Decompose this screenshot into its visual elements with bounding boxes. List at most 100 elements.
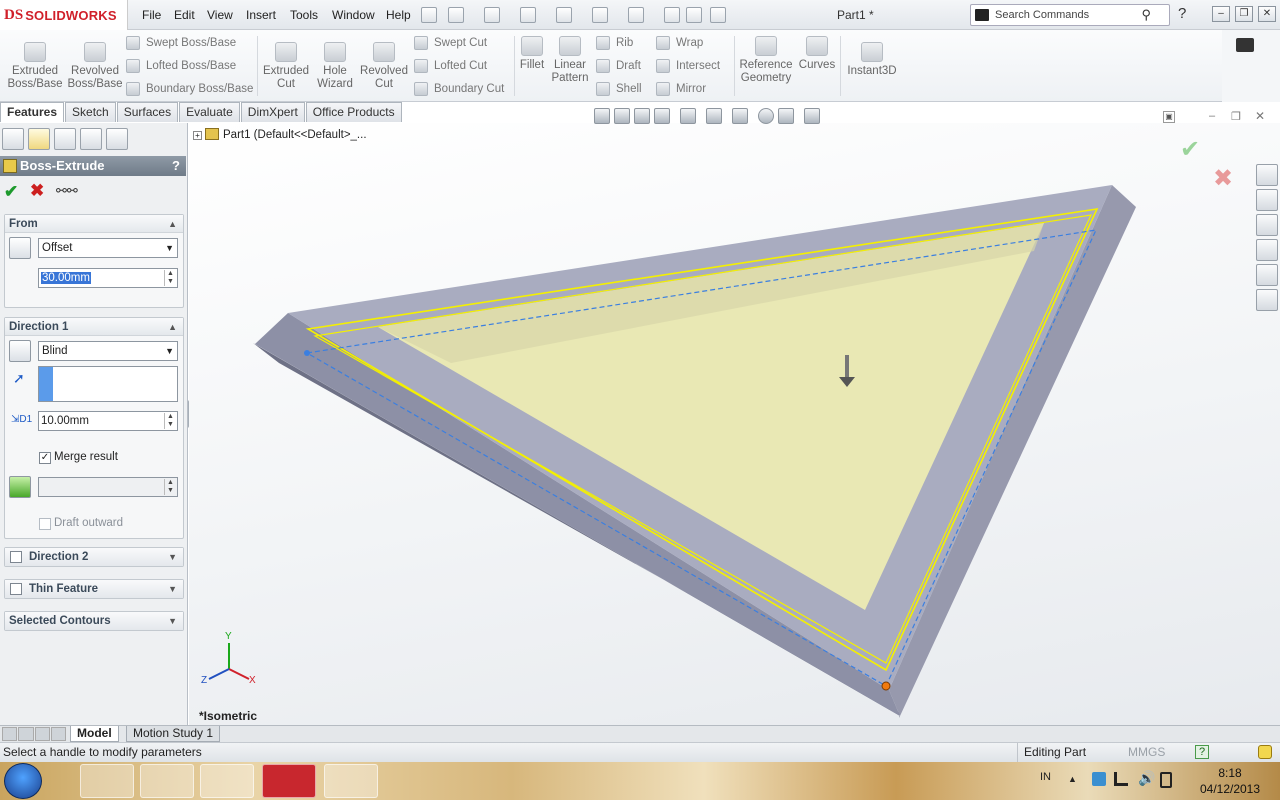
thin-feature-group[interactable]: Thin Feature ▼ [4,579,184,599]
thin-feature-checkbox[interactable] [10,583,22,595]
display-manager-icon[interactable] [106,128,128,150]
viewport-minimize-button[interactable]: – [1209,110,1215,122]
next-tab-arrow-icon[interactable] [34,727,50,741]
new-document-icon[interactable] [448,7,464,23]
selected-contours-header[interactable]: Selected Contours ▼ [5,612,183,630]
direction2-checkbox[interactable] [10,551,22,563]
minimize-button[interactable]: – [1212,6,1230,22]
menu-help[interactable]: Help [386,0,411,30]
system-clock[interactable]: 8:18 04/12/2013 [1192,765,1268,797]
menu-window[interactable]: Window [332,0,375,30]
section-view-icon[interactable] [654,108,670,124]
menu-edit[interactable]: Edit [174,0,195,30]
revolved-boss-button[interactable]: Revolved Boss/Base [66,42,124,91]
offset-distance-input[interactable]: 30.00mm ▲ ▼ [38,268,178,288]
view-settings-icon[interactable] [804,108,820,124]
swept-cut-button[interactable]: Swept Cut [414,33,514,53]
zoom-to-fit-icon[interactable] [594,108,610,124]
first-tab-arrow-icon[interactable] [2,727,18,741]
pin-icon[interactable] [421,7,437,23]
taskbar-paint-icon[interactable] [324,764,378,798]
extruded-cut-button[interactable]: Extruded Cut [260,42,312,91]
taskbar-media-player-icon[interactable] [200,764,254,798]
shell-button[interactable]: Shell [596,79,656,99]
hole-wizard-button[interactable]: Hole Wizard [312,42,358,91]
undo-icon[interactable] [592,7,608,23]
viewport-restore-button[interactable]: ❐ [1231,110,1241,123]
open-icon[interactable] [484,7,500,23]
print-icon[interactable] [556,7,572,23]
file-properties-icon[interactable] [686,7,702,23]
taskbar-chrome-icon[interactable] [140,764,194,798]
mirror-button[interactable]: Mirror [656,79,732,99]
dimxpert-manager-icon[interactable] [80,128,102,150]
rib-button[interactable]: Rib [596,33,656,53]
property-manager-icon[interactable] [28,128,50,150]
status-tag-icon[interactable] [1258,745,1272,759]
options-icon[interactable] [710,7,726,23]
design-library-icon[interactable] [1256,189,1278,211]
tab-model[interactable]: Model [70,726,119,742]
merge-result-checkbox[interactable]: ✓ [39,452,51,464]
tab-motion-study-1[interactable]: Motion Study 1 [126,726,221,742]
last-tab-arrow-icon[interactable] [50,727,66,741]
boundary-cut-button[interactable]: Boundary Cut [414,79,514,99]
spin-arrows-icon[interactable]: ▲ ▼ [164,413,176,429]
model-view[interactable] [189,123,1280,725]
zoom-to-area-icon[interactable] [614,108,630,124]
battery-icon[interactable] [1160,772,1172,788]
drag-handle-point[interactable] [304,350,310,356]
depth-input[interactable]: 10.00mm ▲ ▼ [38,411,178,431]
direction1-header[interactable]: Direction 1 ▲ [5,318,183,336]
camera-icon[interactable] [1236,38,1254,52]
close-button[interactable]: ✕ [1258,6,1276,22]
from-group-header[interactable]: From ▲ [5,215,183,233]
rebuild-icon[interactable] [664,7,680,23]
tab-surfaces[interactable]: Surfaces [116,102,179,122]
cancel-x-icon[interactable]: ✖ [30,181,44,201]
preview-glasses-icon[interactable]: ⚯⚯ [56,183,78,199]
end-condition-select[interactable]: Blind ▼ [38,341,178,361]
feature-tree-root[interactable]: + Part1 (Default<<Default>_... [193,128,367,141]
swept-boss-button[interactable]: Swept Boss/Base [126,33,256,53]
orange-handle-point[interactable] [881,681,891,691]
lofted-cut-button[interactable]: Lofted Cut [414,56,514,76]
linear-pattern-button[interactable]: Linear Pattern [548,36,592,85]
restore-button[interactable]: ❐ [1235,6,1253,22]
tab-evaluate[interactable]: Evaluate [179,102,240,122]
draft-on-off-icon[interactable] [9,476,31,498]
curves-button[interactable]: Curves [796,36,838,72]
menu-file[interactable]: File [142,0,161,30]
confirm-corner-cancel-icon[interactable]: ✖ [1213,164,1233,193]
search-commands-input[interactable]: Search Commands ⚲ [970,4,1170,26]
extruded-boss-button[interactable]: Extruded Boss/Base [6,42,64,91]
previous-view-icon[interactable] [634,108,650,124]
instant3d-button[interactable]: Instant3D [844,42,900,78]
intersect-button[interactable]: Intersect [656,56,732,76]
direction2-group[interactable]: Direction 2 ▼ [4,547,184,567]
solidworks-resources-icon[interactable] [1256,164,1278,186]
volume-icon[interactable]: 🔊 [1138,770,1155,787]
status-units[interactable]: MMGS [1128,743,1165,762]
hide-show-items-icon[interactable] [732,108,748,124]
tab-office-products[interactable]: Office Products [305,102,402,122]
select-icon[interactable] [628,7,644,23]
prev-tab-arrow-icon[interactable] [18,727,34,741]
search-icon[interactable]: ⚲ [1141,7,1151,23]
menu-insert[interactable]: Insert [246,0,276,30]
thin-feature-header[interactable]: Thin Feature ▼ [5,580,183,598]
solidworks-logo[interactable]: DS SOLIDWORKS [0,0,128,30]
custom-properties-icon[interactable] [1256,289,1278,311]
draft-button[interactable]: Draft [596,56,656,76]
feature-manager-icon[interactable] [2,128,24,150]
ok-check-icon[interactable]: ✔ [4,182,18,202]
tab-sketch[interactable]: Sketch [65,102,116,122]
show-hidden-icons-icon[interactable]: ▲ [1068,774,1077,784]
taskbar-file-explorer-icon[interactable] [80,764,134,798]
lofted-boss-button[interactable]: Lofted Boss/Base [126,56,256,76]
pm-help-button[interactable]: ? [172,156,180,176]
fillet-button[interactable]: Fillet [516,36,548,72]
selected-contours-group[interactable]: Selected Contours ▼ [4,611,184,631]
menu-tools[interactable]: Tools [290,0,318,30]
menu-view[interactable]: View [207,0,233,30]
